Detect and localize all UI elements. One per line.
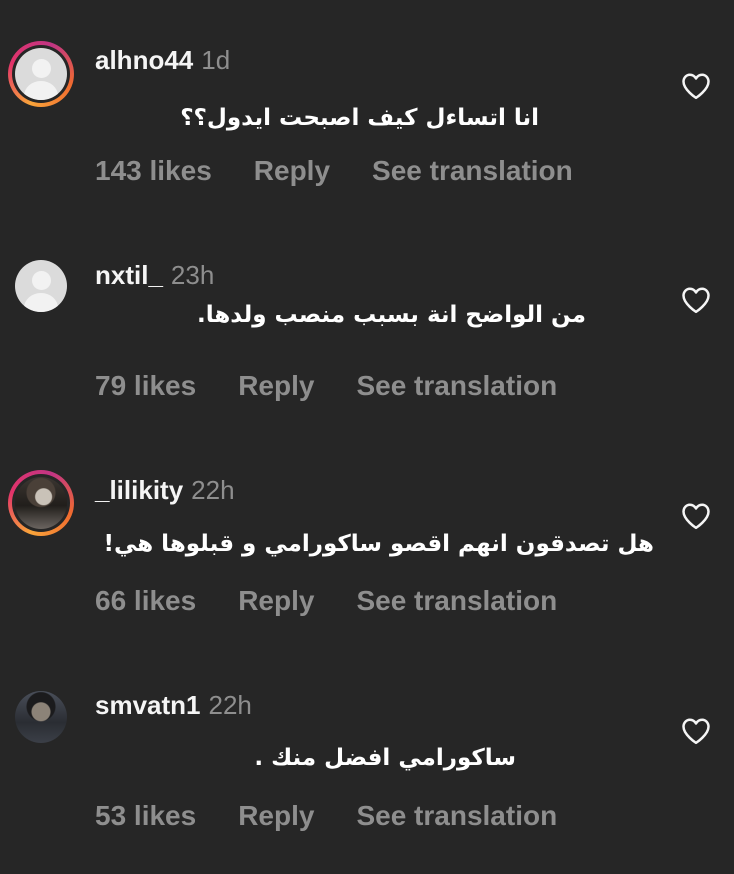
heart-outline-icon[interactable]	[681, 717, 711, 745]
see-translation-button[interactable]: See translation	[356, 800, 557, 832]
profile-photo	[15, 691, 67, 743]
comment-username[interactable]: smvatn1 22h	[95, 690, 252, 721]
likes-count[interactable]: 53 likes	[95, 800, 196, 832]
avatar[interactable]	[8, 684, 74, 750]
comment-timestamp: 22h	[208, 690, 252, 720]
comment-item: smvatn1 22h ساكورامي افضل منك . 53 likes …	[0, 0, 734, 874]
reply-button[interactable]: Reply	[238, 800, 314, 832]
comment-actions: 53 likes Reply See translation	[95, 800, 557, 832]
comment-text: ساكورامي افضل منك .	[254, 745, 516, 771]
